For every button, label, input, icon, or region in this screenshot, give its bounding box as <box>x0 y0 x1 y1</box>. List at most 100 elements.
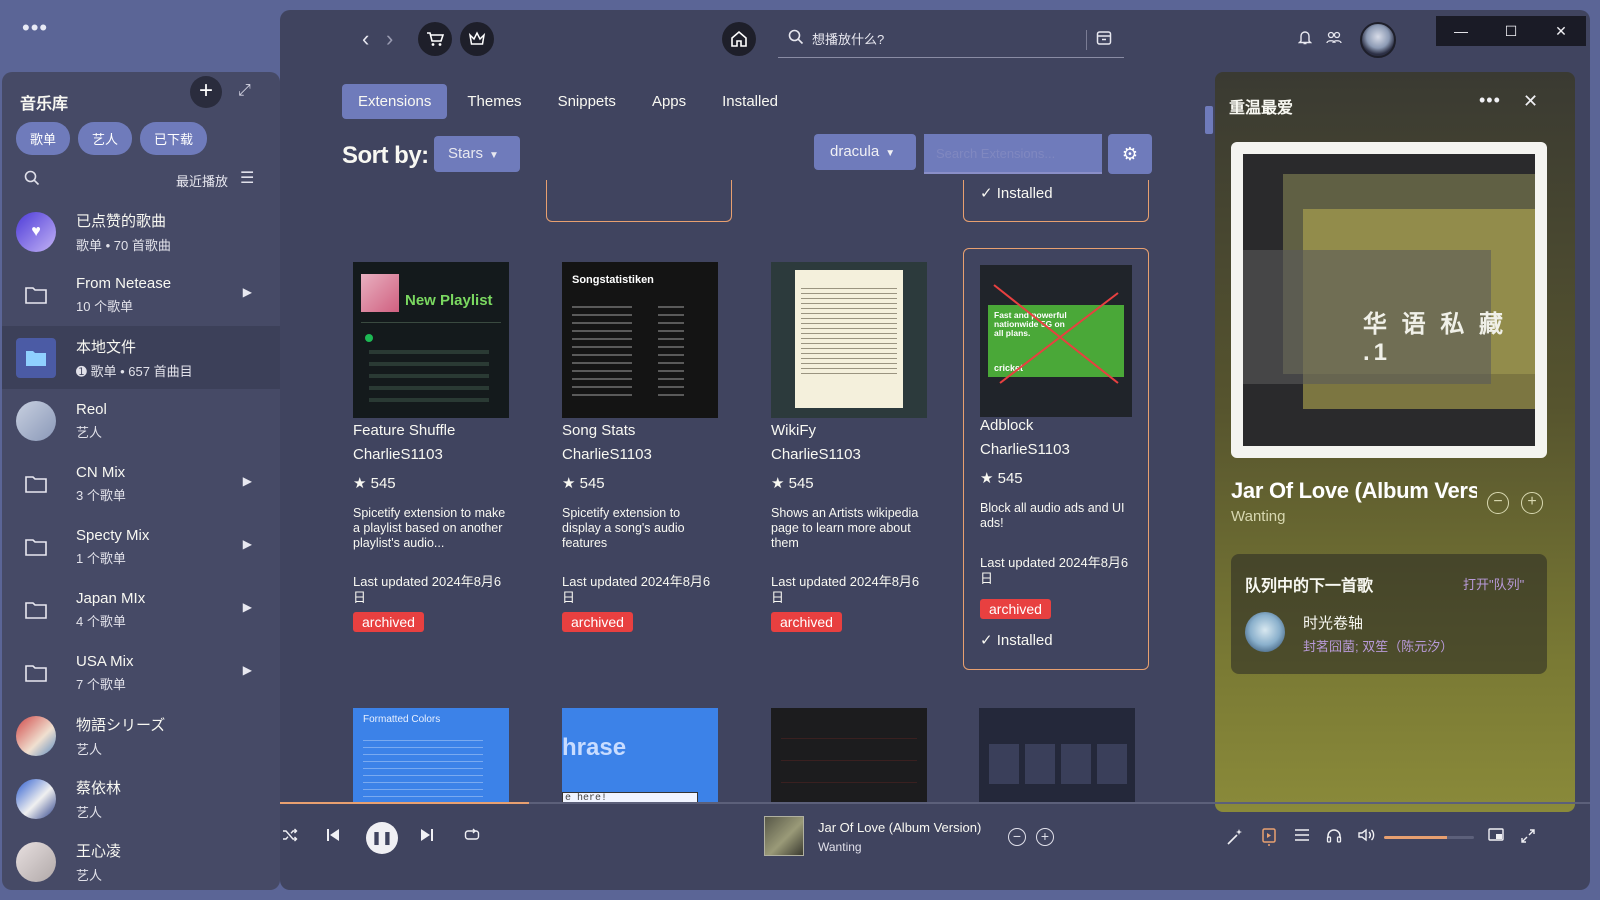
settings-gear-icon[interactable]: ⚙ <box>1108 134 1152 174</box>
library-item-name: USA Mix <box>76 652 134 670</box>
window-menu-icon[interactable]: ••• <box>22 17 48 39</box>
fullscreen-icon[interactable] <box>1520 828 1536 849</box>
connect-device-icon[interactable] <box>1326 828 1342 849</box>
close-window-icon[interactable]: ✕ <box>1536 16 1586 46</box>
sort-recent-button[interactable]: 最近播放 <box>176 171 228 190</box>
expand-icon[interactable]: ⤢ <box>238 82 251 100</box>
card-author[interactable]: CharlieS1103 <box>771 446 861 463</box>
player-album-thumbnail[interactable] <box>764 816 804 856</box>
mini-player-icon[interactable] <box>1488 828 1504 847</box>
card-thumbnail-browse[interactable] <box>979 708 1135 802</box>
library-item[interactable]: CN Mix 3 个歌单 ▶ <box>2 452 280 515</box>
library-item[interactable]: 物語シリーズ 艺人 <box>2 704 280 767</box>
player-song-title[interactable]: Jar Of Love (Album Version) <box>818 820 981 835</box>
archived-badge: archived <box>562 612 633 632</box>
panel-resize-handle[interactable] <box>1205 106 1213 134</box>
card-author[interactable]: CharlieS1103 <box>980 441 1070 458</box>
expand-arrow-icon[interactable]: ▶ <box>243 600 252 614</box>
magic-wand-icon[interactable] <box>1226 828 1244 851</box>
user-avatar[interactable] <box>1360 22 1396 58</box>
remove-circle-icon[interactable]: − <box>1487 492 1509 514</box>
extension-card-adblock[interactable]: Fast and powerful nationwide 5G on all p… <box>963 248 1149 670</box>
tab-apps[interactable]: Apps <box>636 84 702 119</box>
thumb-songstats-title: Songstatistiken <box>572 274 654 286</box>
thumb-row <box>781 760 917 761</box>
volume-slider[interactable] <box>1384 836 1474 839</box>
card-updated: Last updated 2024年8月6日 <box>771 574 920 605</box>
card-thumbnail-dark[interactable] <box>771 708 927 802</box>
library-item[interactable]: Reol 艺人 <box>2 389 280 452</box>
browse-icon[interactable] <box>1096 30 1112 51</box>
card-description: Spicetify extension to display a song's … <box>562 506 685 550</box>
card-author[interactable]: CharlieS1103 <box>353 446 443 463</box>
add-icon[interactable]: + <box>190 76 222 108</box>
tab-themes[interactable]: Themes <box>451 84 537 119</box>
add-circle-icon[interactable]: + <box>1036 828 1054 846</box>
now-playing-artist[interactable]: Wanting <box>1231 508 1285 525</box>
theme-select[interactable]: dracula ▼ <box>814 134 916 170</box>
library-item[interactable]: Japan MIx 4 个歌单 ▶ <box>2 578 280 641</box>
previous-track-icon[interactable] <box>326 828 340 847</box>
search-input[interactable] <box>812 32 1082 47</box>
next-song-artist[interactable]: 封茗囧菌; 双笙（陈元汐） <box>1303 636 1453 655</box>
remove-circle-icon[interactable]: − <box>1008 828 1026 846</box>
open-queue-link[interactable]: 打开"队列" <box>1463 574 1524 593</box>
tab-installed[interactable]: Installed <box>706 84 794 119</box>
crown-icon[interactable] <box>460 22 494 56</box>
card-thumbnail-formatted-colors[interactable]: Formatted Colors <box>353 708 509 802</box>
card-thumbnail-phrase[interactable]: hrase e here! <box>562 708 718 802</box>
library-item[interactable]: From Netease 10 个歌单 ▶ <box>2 263 280 326</box>
card-description: Spicetify extension to make a playlist b… <box>353 506 506 550</box>
thumb-tile <box>1097 744 1127 784</box>
library-search-icon[interactable] <box>24 170 40 191</box>
add-circle-icon[interactable]: + <box>1521 492 1543 514</box>
chip-playlists[interactable]: 歌单 <box>16 122 71 155</box>
player-artist[interactable]: Wanting <box>818 840 862 854</box>
tab-extensions[interactable]: Extensions <box>342 84 448 119</box>
list-view-icon[interactable]: ☰ <box>240 168 254 188</box>
now-playing-song[interactable]: Jar Of Love (Album Version) <box>1231 478 1477 504</box>
minimize-icon[interactable]: — <box>1436 16 1486 46</box>
shuffle-icon[interactable] <box>282 828 298 847</box>
forward-button[interactable]: › <box>386 26 393 52</box>
library-item[interactable]: 王心凌 艺人 <box>2 830 280 890</box>
back-button[interactable]: ‹ <box>362 26 369 52</box>
tab-snippets[interactable]: Snippets <box>542 84 632 119</box>
pause-button[interactable]: ❚❚ <box>366 822 398 854</box>
bell-icon[interactable] <box>1297 30 1313 49</box>
card-author[interactable]: CharlieS1103 <box>562 446 652 463</box>
maximize-icon[interactable]: ☐ <box>1486 16 1536 46</box>
expand-arrow-icon[interactable]: ▶ <box>243 537 252 551</box>
expand-arrow-icon[interactable]: ▶ <box>243 474 252 488</box>
library-item[interactable]: Specty Mix 1 个歌单 ▶ <box>2 515 280 578</box>
card-partial[interactable] <box>546 180 732 222</box>
home-icon[interactable] <box>722 22 756 56</box>
library-item[interactable]: 本地文件 ➊ 歌单 • 657 首曲目 <box>2 326 280 389</box>
card-partial-installed[interactable]: ✓ Installed <box>963 180 1149 222</box>
now-playing-view-icon[interactable] <box>1262 828 1276 851</box>
expand-arrow-icon[interactable]: ▶ <box>243 663 252 677</box>
expand-arrow-icon[interactable]: ▶ <box>243 285 252 299</box>
library-item[interactable]: 蔡依林 艺人 <box>2 767 280 830</box>
next-song-thumbnail[interactable] <box>1245 612 1285 652</box>
chip-artists[interactable]: 艺人 <box>78 122 133 155</box>
next-song-title[interactable]: 时光卷轴 <box>1303 612 1363 633</box>
friends-icon[interactable] <box>1326 30 1342 49</box>
close-icon[interactable]: ✕ <box>1523 91 1538 112</box>
cart-icon[interactable] <box>418 22 452 56</box>
library-item[interactable]: USA Mix 7 个歌单 ▶ <box>2 641 280 704</box>
repeat-icon[interactable] <box>464 828 480 847</box>
extension-search-input[interactable] <box>924 134 1102 174</box>
playback-progress-bar[interactable] <box>280 802 1590 804</box>
volume-icon[interactable] <box>1358 828 1376 847</box>
card-title: Adblock <box>980 417 1034 434</box>
thumb-row <box>369 386 489 390</box>
chip-downloaded[interactable]: 已下载 <box>140 122 208 155</box>
library-item[interactable]: ♥ 已点赞的歌曲 歌单 • 70 首歌曲 <box>2 200 280 263</box>
sort-select[interactable]: Stars ▼ <box>434 136 520 172</box>
next-track-icon[interactable] <box>420 828 434 847</box>
more-icon[interactable]: ••• <box>1479 90 1501 111</box>
library-item-text: CN Mix 3 个歌单 <box>76 464 126 504</box>
queue-icon[interactable] <box>1294 828 1310 847</box>
thumb-stat-labels <box>572 300 632 400</box>
